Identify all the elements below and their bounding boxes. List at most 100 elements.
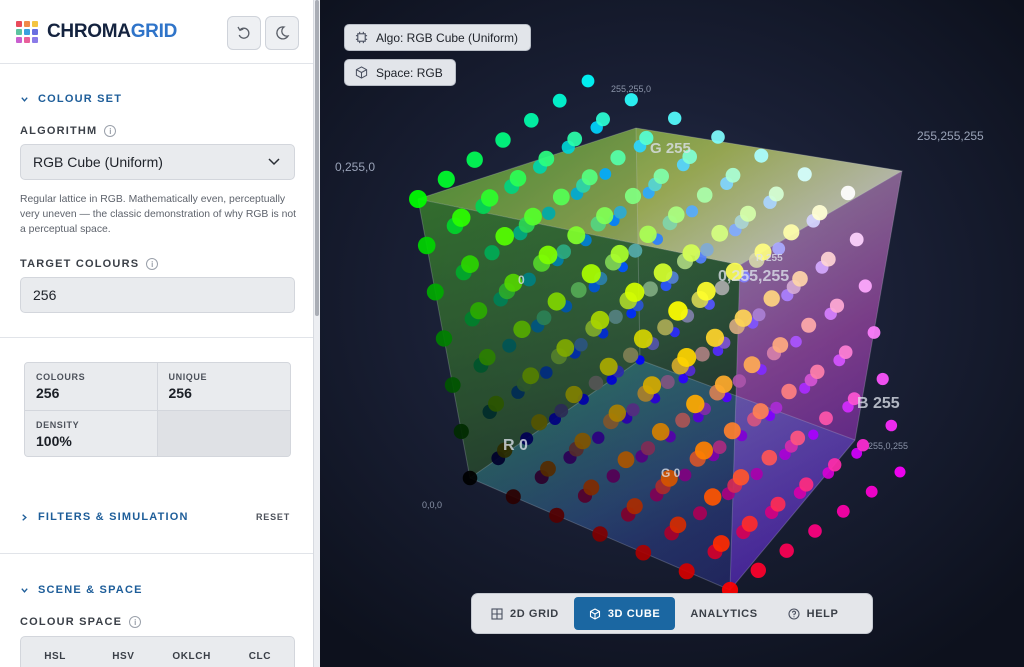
colour-point[interactable] <box>894 466 906 478</box>
colour-point[interactable] <box>675 412 691 428</box>
colour-point[interactable] <box>417 236 436 255</box>
colour-point[interactable] <box>781 383 797 400</box>
colour-point[interactable] <box>581 264 601 284</box>
colour-point[interactable] <box>565 385 583 404</box>
colour-point[interactable] <box>696 187 713 203</box>
colour-point[interactable] <box>750 467 763 481</box>
colour-point[interactable] <box>608 404 626 422</box>
filters-header[interactable]: FILTERS & SIMULATION <box>20 511 189 523</box>
colour-point[interactable] <box>556 244 571 259</box>
colour-point[interactable] <box>626 403 640 417</box>
colour-point[interactable] <box>840 185 856 201</box>
colour-point[interactable] <box>799 477 814 492</box>
colour-point[interactable] <box>723 422 741 440</box>
colour-point[interactable] <box>540 460 556 477</box>
colour-point[interactable] <box>792 271 808 287</box>
colour-point[interactable] <box>640 441 656 456</box>
colour-point[interactable] <box>617 451 635 469</box>
colour-point[interactable] <box>820 251 836 267</box>
tab-3d-cube[interactable]: 3D CUBE <box>573 597 676 630</box>
colour-point[interactable] <box>668 206 685 223</box>
colour-point[interactable] <box>653 168 669 184</box>
colour-point[interactable] <box>574 432 591 450</box>
colour-point[interactable] <box>711 130 725 144</box>
colour-point[interactable] <box>628 243 643 258</box>
colour-point[interactable] <box>495 227 514 246</box>
colour-point[interactable] <box>836 504 850 518</box>
colour-point[interactable] <box>581 74 595 88</box>
scene-header[interactable]: SCENE & SPACE <box>20 584 143 596</box>
space-tab-hsl[interactable]: HSL <box>21 637 89 667</box>
colour-point[interactable] <box>712 535 730 552</box>
colour-point[interactable] <box>819 411 833 426</box>
colour-point[interactable] <box>790 430 806 446</box>
colour-point[interactable] <box>570 282 587 298</box>
colour-point[interactable] <box>444 377 461 393</box>
colour-point[interactable] <box>657 319 674 336</box>
colour-point[interactable] <box>581 169 598 186</box>
colour-point[interactable] <box>538 245 558 265</box>
colour-point[interactable] <box>590 310 610 330</box>
colour-point[interactable] <box>608 309 623 324</box>
colour-point[interactable] <box>754 148 769 163</box>
colour-set-header[interactable]: COLOUR SET <box>20 93 122 105</box>
space-tab-clc[interactable]: CLC <box>226 637 294 667</box>
colour-point[interactable] <box>524 207 542 226</box>
colour-point[interactable] <box>547 292 566 311</box>
colour-point[interactable] <box>635 544 652 561</box>
colour-point[interactable] <box>732 374 746 388</box>
colour-point[interactable] <box>540 366 553 379</box>
colour-point[interactable] <box>554 403 569 418</box>
colour-point[interactable] <box>696 281 716 301</box>
colour-point[interactable] <box>693 506 707 521</box>
colour-point[interactable] <box>538 150 555 167</box>
colour-point[interactable] <box>624 93 638 107</box>
colour-point[interactable] <box>481 189 499 207</box>
colour-point[interactable] <box>613 205 627 219</box>
colour-point[interactable] <box>639 225 657 243</box>
reset-button[interactable]: RESET <box>256 512 290 522</box>
colour-point[interactable] <box>588 375 604 391</box>
colour-point[interactable] <box>752 308 766 322</box>
colour-point[interactable] <box>453 423 469 440</box>
colour-point[interactable] <box>763 290 780 307</box>
colour-point[interactable] <box>704 488 722 506</box>
colour-point[interactable] <box>682 244 701 262</box>
colour-point[interactable] <box>808 429 819 440</box>
colour-point[interactable] <box>828 458 842 472</box>
colour-point[interactable] <box>437 170 455 188</box>
colour-point[interactable] <box>801 317 817 333</box>
colour-point[interactable] <box>734 309 752 327</box>
colour-point[interactable] <box>858 279 872 293</box>
colour-point[interactable] <box>502 338 517 353</box>
colour-point[interactable] <box>772 337 789 353</box>
colour-point[interactable] <box>549 507 565 523</box>
colour-point[interactable] <box>660 375 675 389</box>
colour-point[interactable] <box>849 232 864 247</box>
colour-point[interactable] <box>725 167 741 183</box>
space-tab-hsv[interactable]: HSV <box>89 637 157 667</box>
colour-point[interactable] <box>426 283 444 301</box>
colour-point[interactable] <box>686 394 705 414</box>
colour-point[interactable] <box>495 132 511 148</box>
colour-point[interactable] <box>505 489 521 505</box>
tab-help[interactable]: HELP <box>773 597 854 630</box>
colour-point[interactable] <box>574 338 588 352</box>
colour-point[interactable] <box>695 441 713 460</box>
colour-point[interactable] <box>741 515 758 532</box>
colour-point[interactable] <box>466 151 483 168</box>
colour-point[interactable] <box>623 347 639 363</box>
colour-point[interactable] <box>714 375 733 394</box>
colour-point[interactable] <box>677 348 697 367</box>
space-tab-oklch[interactable]: OKLCH <box>158 637 226 667</box>
tab-analytics[interactable]: ANALYTICS <box>675 597 772 630</box>
colour-point[interactable] <box>596 112 610 127</box>
colour-point[interactable] <box>743 356 761 374</box>
colour-point[interactable] <box>829 298 845 313</box>
info-icon[interactable]: i <box>104 125 117 137</box>
colour-point[interactable] <box>694 346 710 362</box>
colour-point[interactable] <box>812 205 828 221</box>
colour-point[interactable] <box>599 357 618 376</box>
colour-point[interactable] <box>625 282 645 302</box>
colour-point[interactable] <box>524 113 539 128</box>
